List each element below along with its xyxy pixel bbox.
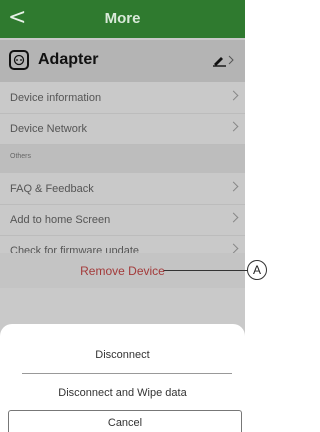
- remove-device-label: Remove Device: [80, 264, 165, 278]
- disconnect-option[interactable]: Disconnect: [0, 349, 245, 361]
- callout-marker: A: [247, 260, 267, 280]
- menu-item-device-network[interactable]: Device Network: [0, 115, 245, 145]
- disconnect-wipe-option[interactable]: Disconnect and Wipe data: [0, 387, 245, 399]
- app-screen: < More Adapter Device information Device…: [0, 0, 245, 432]
- cancel-button[interactable]: Cancel: [8, 410, 242, 432]
- menu-item-label: FAQ & Feedback: [10, 183, 94, 195]
- top-bar: < More: [0, 0, 245, 38]
- callout-line: [164, 270, 248, 271]
- section-label: Others: [10, 153, 32, 160]
- device-row[interactable]: Adapter: [0, 40, 245, 82]
- chevron-right-icon: [228, 212, 239, 223]
- device-name: Adapter: [38, 51, 99, 68]
- chevron-right-icon: [228, 181, 239, 192]
- callout-label: A: [252, 263, 261, 277]
- menu-item-label: Add to home Screen: [10, 214, 111, 226]
- menu-item-device-information[interactable]: Device information: [0, 84, 245, 114]
- adapter-icon: [9, 50, 29, 70]
- page-title: More: [104, 10, 141, 27]
- chevron-right-icon: [228, 243, 239, 254]
- chevron-right-icon: [228, 90, 239, 101]
- divider: [22, 373, 232, 374]
- menu-item-faq[interactable]: FAQ & Feedback: [0, 175, 245, 205]
- menu-item-add-home[interactable]: Add to home Screen: [0, 206, 245, 236]
- cancel-label: Cancel: [107, 417, 143, 429]
- chevron-right-icon: [228, 121, 239, 132]
- edit-pencil-icon[interactable]: [212, 53, 236, 72]
- menu-item-label: Device Network: [10, 123, 88, 135]
- section-header-others: Others: [0, 145, 245, 173]
- menu-item-label: Device information: [10, 92, 102, 104]
